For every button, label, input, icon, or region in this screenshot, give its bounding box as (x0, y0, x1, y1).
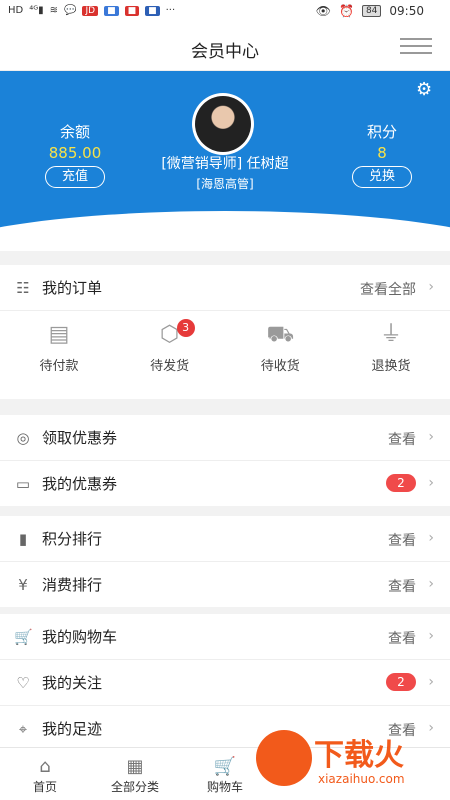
view-link[interactable]: 查看 (388, 628, 416, 648)
exchange-button[interactable]: 兑换 (352, 166, 412, 188)
heart-icon: ♡ (16, 673, 30, 692)
app-icon: ■ (145, 5, 160, 16)
cart-row[interactable]: 🛒 我的购物车 查看 › (0, 614, 450, 660)
eye-icon: 👁 (315, 4, 331, 18)
app-icon: ■ (124, 5, 140, 16)
card-icon: ▭ (15, 474, 31, 493)
coupons-card: ◎ 领取优惠券 查看 › ▭ 我的优惠券 2 › (0, 415, 450, 506)
chevron-right-icon: › (428, 429, 434, 445)
alarm-icon: ⏰ (339, 4, 354, 18)
points-block: 积分 8 兑换 (337, 121, 427, 188)
chevron-right-icon: › (428, 475, 434, 491)
orders-card: ☷ 我的订单 查看全部 › ▤ 待付款 ⬡ 3 待发货 ⛟ 待收货 ⏚ 退换货 (0, 265, 450, 399)
avatar[interactable] (192, 93, 254, 155)
my-coupons-row[interactable]: ▭ 我的优惠券 2 › (0, 461, 450, 506)
row-label: 我的足迹 (42, 720, 103, 738)
network-icon: ⁴ᴳ▮ (29, 5, 44, 16)
status-icons-left: HD ⁴ᴳ▮ ≋ 💬 JD ■ ■ ■ ··· (8, 5, 175, 16)
menu-icon[interactable] (400, 38, 432, 58)
row-label: 领取优惠券 (42, 429, 118, 447)
header-bar: 会员中心 (0, 26, 450, 71)
view-link[interactable]: 查看 (388, 576, 416, 596)
tab-categories[interactable]: ▦ 全部分类 (90, 748, 180, 800)
hd-icon: HD (8, 5, 24, 16)
yen-icon: ¥ (18, 575, 28, 594)
order-count-badge: 3 (176, 319, 195, 337)
clock-time: 09:50 (389, 4, 424, 18)
flame-logo-icon (256, 730, 312, 786)
chevron-right-icon: › (428, 628, 434, 644)
more-dots-icon: ··· (165, 5, 176, 16)
row-label: 消费排行 (42, 576, 103, 594)
view-all-link[interactable]: 查看全部 (360, 279, 416, 299)
order-status-pending-receipt[interactable]: ⛟ 待收货 (235, 319, 325, 399)
row-label: 我的优惠券 (42, 475, 118, 493)
tab-label: 首页 (32, 780, 57, 794)
spending-ranking-row[interactable]: ¥ 消费排行 查看 › (0, 562, 450, 607)
get-coupons-row[interactable]: ◎ 领取优惠券 查看 › (0, 415, 450, 461)
order-status-pending-payment[interactable]: ▤ 待付款 (14, 319, 104, 399)
status-bar: HD ⁴ᴳ▮ ≋ 💬 JD ■ ■ ■ ··· 👁 ⏰ 84 09:50 (0, 0, 450, 26)
page-title: 会员中心 (191, 42, 259, 62)
order-status-pending-shipment[interactable]: ⬡ 3 待发货 (125, 319, 215, 399)
order-status-returns[interactable]: ⏚ 退换货 (346, 319, 436, 399)
order-status-label: 待收货 (260, 359, 300, 374)
chevron-right-icon: › (428, 576, 434, 592)
tab-home[interactable]: ⌂ 首页 (0, 748, 90, 800)
settings-gear-icon[interactable]: ⚙ (416, 81, 434, 99)
row-label: 我的购物车 (42, 628, 118, 646)
wifi-icon: ≋ (49, 5, 59, 16)
list-icon: ☷ (16, 278, 30, 297)
follows-row[interactable]: ♡ 我的关注 2 › (0, 660, 450, 706)
order-status-list: ▤ 待付款 ⬡ 3 待发货 ⛟ 待收货 ⏚ 退换货 (0, 311, 450, 399)
wallet-icon: ▤ (48, 322, 70, 347)
order-status-label: 待发货 (150, 359, 190, 374)
wechat-icon: 💬 (64, 5, 77, 16)
watermark: 下载火 xiazaihuo.com (256, 730, 442, 794)
tab-label: 全部分类 (110, 780, 159, 794)
view-link[interactable]: 查看 (388, 530, 416, 550)
truck-icon: ⛟ (266, 322, 295, 347)
footprint-icon: ⌖ (18, 719, 28, 738)
points-ranking-row[interactable]: ▮ 积分排行 查看 › (0, 516, 450, 562)
category-icon: ▦ (126, 756, 144, 777)
balance-label: 余额 (59, 123, 90, 141)
chevron-right-icon: › (428, 674, 434, 690)
battery-icon: 84 (361, 5, 382, 17)
profile-banner: ⚙ 余额 885.00 充值 [微营销导师] 任树超 [海恩高管] 积分 8 兑… (0, 71, 450, 251)
box-icon: ⬡ (160, 322, 180, 347)
jd-icon: JD (82, 5, 99, 16)
plug-icon: ⏚ (379, 322, 402, 347)
orders-title: 我的订单 (42, 279, 103, 297)
order-status-label: 待付款 (39, 359, 79, 374)
bar-chart-icon: ▮ (18, 529, 28, 548)
points-value: 8 (377, 144, 387, 162)
orders-header-row[interactable]: ☷ 我的订单 查看全部 › (0, 265, 450, 311)
row-label: 我的关注 (42, 674, 103, 692)
app-icon: ■ (104, 5, 119, 16)
cart-icon: 🛒 (14, 627, 33, 646)
follow-count-badge: 2 (386, 673, 416, 691)
row-label: 积分排行 (42, 530, 103, 548)
points-label: 积分 (366, 123, 397, 141)
chevron-right-icon: › (428, 530, 434, 546)
status-icons-right: 👁 ⏰ 84 09:50 (316, 4, 424, 18)
rankings-card: ▮ 积分排行 查看 › ¥ 消费排行 查看 › (0, 516, 450, 607)
watermark-text: 下载火 (314, 738, 404, 773)
view-link[interactable]: 查看 (388, 429, 416, 449)
coupon-count-badge: 2 (386, 474, 416, 492)
banner-curve (0, 211, 450, 251)
chevron-right-icon: › (428, 279, 434, 295)
watermark-domain: xiazaihuo.com (318, 772, 405, 786)
order-status-label: 退换货 (371, 359, 411, 374)
home-icon: ⌂ (39, 756, 51, 777)
coupon-icon: ◎ (16, 428, 30, 447)
